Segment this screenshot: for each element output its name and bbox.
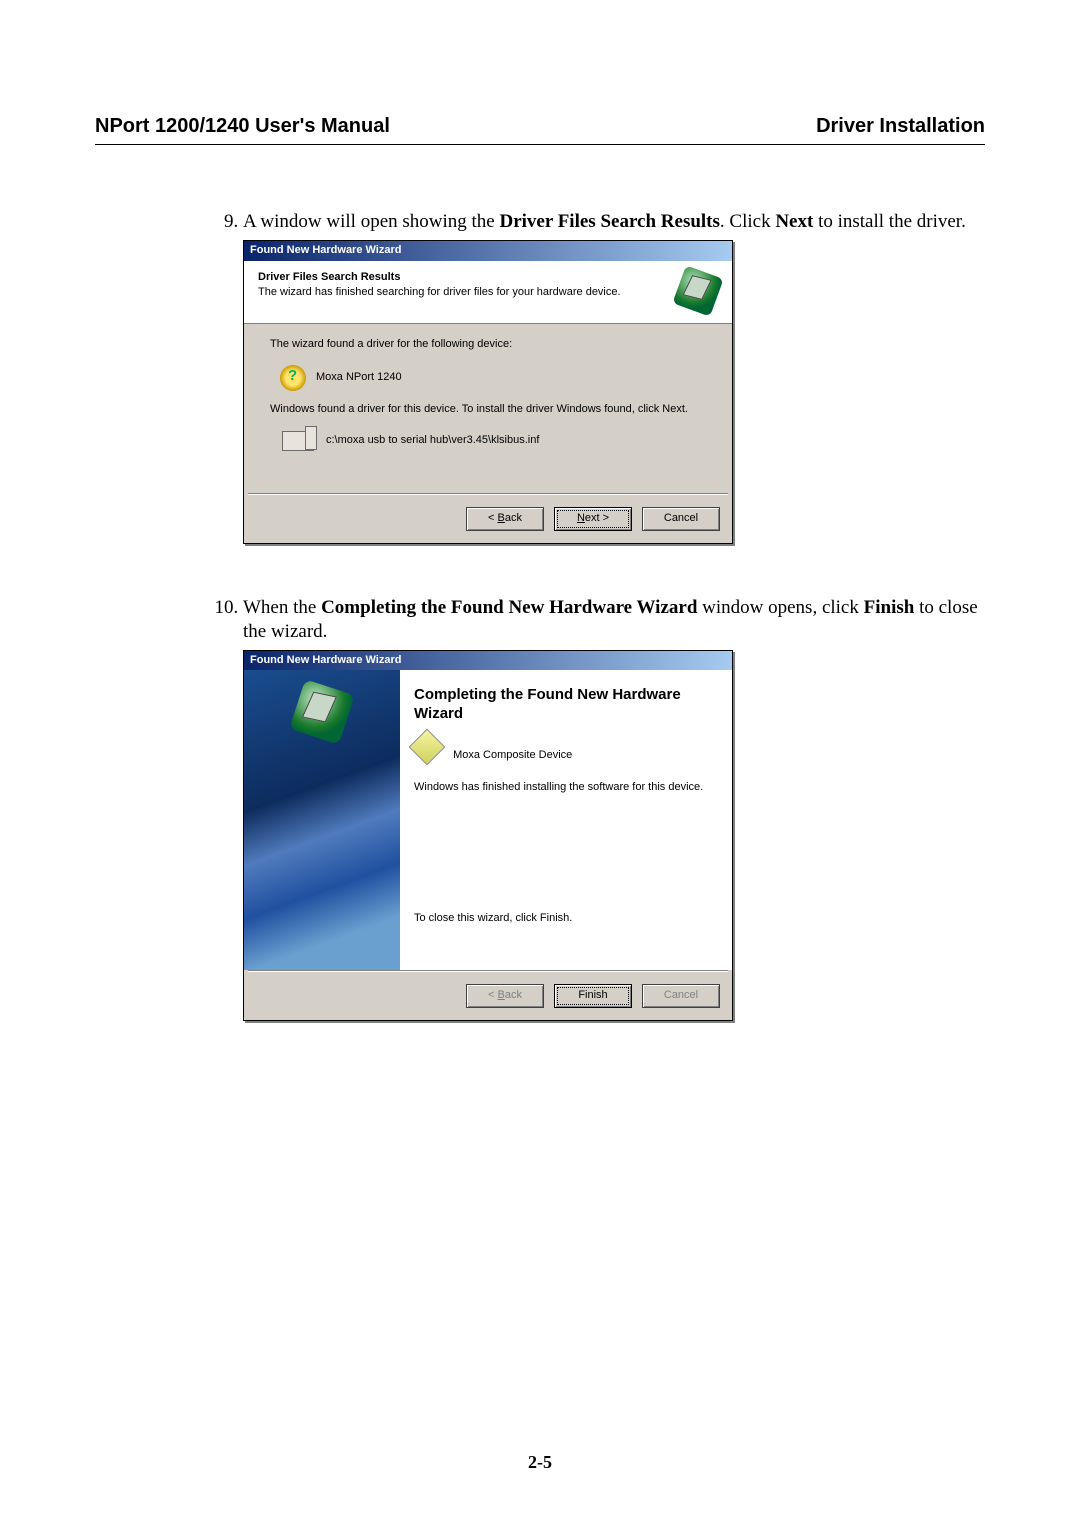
wizard2-titlebar: Found New Hardware Wizard	[244, 651, 732, 671]
wizard-search-results: Found New Hardware Wizard Driver Files S…	[243, 240, 733, 544]
wizard2-right-pane: Completing the Found New Hardware Wizard…	[400, 670, 732, 970]
wizard2-side-graphic	[244, 670, 400, 970]
back-button[interactable]: < Back	[466, 507, 544, 531]
driver-path: c:\moxa usb to serial hub\ver3.45\klsibu…	[326, 434, 539, 448]
cancel-button: Cancel	[642, 984, 720, 1008]
step-9-text: A window will open showing the Driver Fi…	[243, 211, 966, 232]
instruction-list: A window will open showing the Driver Fi…	[95, 210, 985, 1021]
back-button: < Back	[466, 984, 544, 1008]
wizard1-body: The wizard found a driver for the follow…	[244, 324, 732, 494]
wizard2-heading: Completing the Found New Hardware Wizard	[414, 686, 714, 724]
unknown-device-icon	[280, 365, 306, 391]
manual-page: NPort 1200/1240 User's Manual Driver Ins…	[0, 0, 1080, 1527]
header-left: NPort 1200/1240 User's Manual	[95, 115, 390, 138]
hardware-icon	[289, 679, 355, 745]
device-diamond-icon	[409, 728, 446, 765]
step-10: When the Completing the Found New Hardwa…	[243, 596, 985, 1021]
device-card: Moxa NPort 1240	[280, 365, 706, 391]
next-button[interactable]: Next >	[554, 507, 632, 531]
wizard2-device-name: Moxa Composite Device	[453, 749, 572, 761]
wizard1-buttons: < Back Next > Cancel	[244, 495, 732, 543]
wizard1-banner-title: Driver Files Search Results	[258, 271, 621, 285]
wizard2-device-card: Moxa Composite Device	[414, 732, 714, 763]
wizard1-titlebar: Found New Hardware Wizard	[244, 241, 732, 261]
inf-file-icon	[282, 431, 314, 451]
page-number: 2-5	[0, 1452, 1080, 1473]
wizard2-close-hint: To close this wizard, click Finish.	[414, 912, 714, 926]
wizard1-windows-found: Windows found a driver for this device. …	[270, 403, 706, 417]
wizard1-found-for: The wizard found a driver for the follow…	[270, 338, 706, 352]
hardware-icon	[672, 265, 723, 316]
device-name: Moxa NPort 1240	[316, 371, 402, 385]
wizard1-banner: Driver Files Search Results The wizard h…	[244, 261, 732, 324]
driver-file-card: c:\moxa usb to serial hub\ver3.45\klsibu…	[282, 431, 706, 451]
step-9: A window will open showing the Driver Fi…	[243, 210, 985, 544]
cancel-button[interactable]: Cancel	[642, 507, 720, 531]
finish-button[interactable]: Finish	[554, 984, 632, 1008]
step-10-text: When the Completing the Found New Hardwa…	[243, 597, 978, 642]
wizard2-body: Completing the Found New Hardware Wizard…	[244, 670, 732, 970]
wizard-completing: Found New Hardware Wizard Completing the…	[243, 650, 733, 1022]
page-header: NPort 1200/1240 User's Manual Driver Ins…	[95, 115, 985, 145]
header-right: Driver Installation	[816, 115, 985, 138]
wizard1-banner-sub: The wizard has finished searching for dr…	[258, 286, 621, 298]
wizard2-buttons: < Back Finish Cancel	[244, 972, 732, 1020]
wizard2-finished: Windows has finished installing the soft…	[414, 781, 714, 795]
